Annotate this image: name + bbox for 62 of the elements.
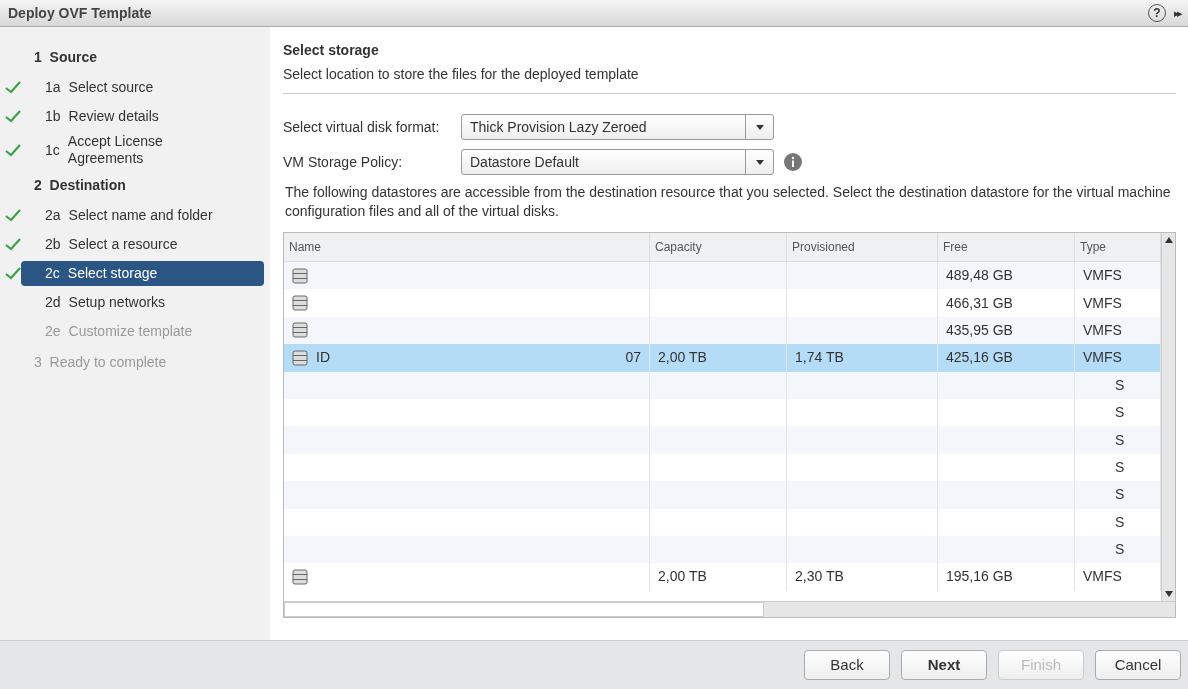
table-cell-text: VMFS [1083, 567, 1122, 587]
table-cell-text: 466,31 GB [946, 293, 1013, 313]
table-cell-text: S [1115, 512, 1125, 532]
dialog-button[interactable]: Next [901, 650, 987, 680]
table-cell-text: ID [316, 348, 330, 368]
window-title: Deploy OVF Template [8, 3, 152, 23]
info-icon[interactable] [784, 153, 802, 171]
horizontal-scrollbar[interactable] [284, 601, 1175, 617]
step-item[interactable]: 2b Select a resource [43, 232, 264, 257]
table-row[interactable]: S [284, 371, 1161, 399]
dialog-button[interactable]: Cancel [1095, 650, 1181, 680]
scroll-down-icon[interactable] [1164, 591, 1173, 597]
table-row[interactable]: S [284, 481, 1161, 509]
step-item[interactable]: 2d Setup networks [43, 290, 264, 315]
page-title: Select storage [283, 41, 380, 60]
page-subtitle: Select location to store the files for the deployed template [283, 65, 640, 84]
vertical-scrollbar[interactable] [1161, 233, 1175, 601]
step-item[interactable]: 2a Select name and folder [43, 203, 264, 228]
table-cell-text: S [1115, 430, 1125, 450]
table-row[interactable]: S [284, 426, 1161, 454]
table-cell-text: VMFS [1083, 293, 1122, 313]
table-row[interactable]: ID 07 2,00 TB 1,74 TB 425,16 GB VMFS [284, 344, 1161, 372]
table-cell-text: 07 [625, 348, 641, 368]
table-cell-text: 489,48 GB [946, 266, 1013, 286]
table-row[interactable]: S [284, 535, 1161, 564]
table-cell-text: 2,30 TB [795, 567, 844, 587]
dropdown[interactable]: Datastore Default [461, 149, 774, 175]
table-row[interactable]: 489,48 GB VMFS [284, 262, 1161, 290]
table-cell-text: 435,95 GB [946, 320, 1013, 340]
step-item[interactable]: 1a Select source [43, 75, 264, 100]
field-label: Select virtual disk format: [283, 117, 441, 137]
table-cell-text: S [1115, 540, 1125, 560]
column-header[interactable]: Name [284, 233, 650, 261]
table-row[interactable]: 435,95 GB VMFS [284, 316, 1161, 345]
table-cell-text: S [1115, 457, 1125, 477]
dialog-button[interactable]: Back [804, 650, 890, 680]
table-cell-text: S [1115, 485, 1125, 505]
column-header[interactable]: Free [938, 233, 1075, 261]
table-cell-text: S [1115, 375, 1125, 395]
column-header[interactable]: Capacity [650, 233, 787, 261]
table-cell-text: 2,00 TB [658, 348, 707, 368]
step-heading: 3 Ready to complete [34, 352, 167, 372]
field-label: VM Storage Policy: [283, 152, 404, 172]
table-cell-text: VMFS [1083, 266, 1122, 286]
step-item[interactable]: 2c Select storage [21, 261, 264, 286]
step-item[interactable]: 1b Review details [43, 104, 264, 129]
table-cell-text: VMFS [1083, 348, 1122, 368]
step-heading: 2 Destination [34, 175, 126, 195]
table-cell-text: 1,74 TB [795, 348, 844, 368]
table-cell-text: 425,16 GB [946, 348, 1013, 368]
description: The following datastores are accessible from the destination resource that you selected. Select the destination datastore for the virtual machine configuration files and all of the virtual disks. [284, 183, 1172, 221]
table-cell-text: S [1115, 403, 1125, 423]
expand-button[interactable]: ▸▸ [1174, 4, 1180, 22]
table-cell-text: 2,00 TB [658, 567, 707, 587]
scroll-up-icon[interactable] [1164, 237, 1173, 243]
column-header[interactable]: Provisioned [787, 233, 938, 261]
table-cell-text: 195,16 GB [946, 567, 1013, 587]
table-cell-text: VMFS [1083, 320, 1122, 340]
caret-icon [755, 159, 764, 165]
dropdown[interactable]: Thick Provision Lazy Zeroed [461, 114, 774, 140]
step-heading: 1 Source [34, 47, 98, 67]
caret-icon [755, 124, 764, 130]
